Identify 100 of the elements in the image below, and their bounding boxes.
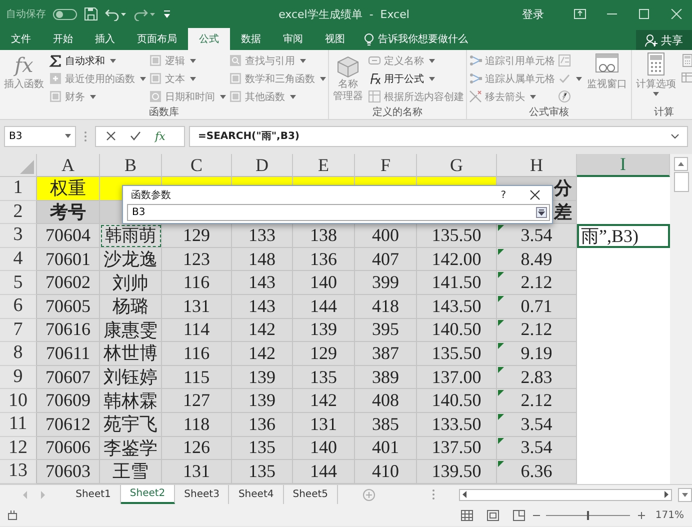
column-header[interactable]: F xyxy=(355,154,417,177)
macro-record-icon[interactable] xyxy=(8,510,20,520)
close-icon[interactable] xyxy=(530,190,540,200)
scroll-thumb[interactable] xyxy=(674,172,688,192)
formula-field[interactable]: =SEARCH("雨",B3) xyxy=(189,126,688,146)
table-cell: 140.50 xyxy=(417,389,497,413)
tag-icon xyxy=(368,54,381,67)
ribbon-button[interactable]: 自动求和 xyxy=(49,52,146,69)
name-box[interactable]: B3 xyxy=(4,126,76,146)
table-cell: 135.50 xyxy=(417,224,497,248)
page-layout-icon[interactable] xyxy=(487,510,500,520)
horizontal-scrollbar[interactable] xyxy=(459,488,672,500)
save-icon[interactable] xyxy=(84,7,98,21)
table-cell: 114 xyxy=(162,318,232,342)
table-cell: 418 xyxy=(355,294,417,319)
row-header[interactable]: 4 xyxy=(0,248,37,272)
table-cell: 131 xyxy=(162,460,232,484)
table-cell: 苑宇飞 xyxy=(100,412,162,437)
row-header[interactable]: 1 xyxy=(0,177,37,201)
column-header[interactable]: D xyxy=(232,154,293,177)
column-header[interactable]: H xyxy=(497,154,577,177)
ribbon-tab[interactable]: 数据 xyxy=(230,28,272,50)
scroll-right-icon xyxy=(664,491,669,498)
trace-arrows-icon xyxy=(469,54,482,67)
customize-caret-icon[interactable] xyxy=(163,10,171,18)
table-cell: 70601 xyxy=(37,248,100,272)
expand-caret-icon[interactable] xyxy=(671,134,679,138)
table-cell: 133.50 xyxy=(417,412,497,437)
table-cell: 131 xyxy=(162,294,232,319)
splitter-handle-icon[interactable] xyxy=(432,489,436,500)
ribbon-tab[interactable]: 插入 xyxy=(84,28,126,50)
autosave-toggle[interactable] xyxy=(53,8,77,20)
column-header[interactable]: I xyxy=(577,154,670,177)
scroll-down-icon[interactable] xyxy=(678,488,692,502)
column-header[interactable]: E xyxy=(293,154,355,177)
zoom-slider-thumb[interactable] xyxy=(587,510,590,520)
row-header[interactable]: 9 xyxy=(0,366,37,390)
undo-icon[interactable] xyxy=(105,7,127,21)
row-header[interactable]: 7 xyxy=(0,318,37,342)
window-title: excel学生成绩单 - Excel xyxy=(278,6,410,22)
function-icon: fx xyxy=(14,52,34,79)
table-cell: 2.12 xyxy=(497,271,577,295)
help-button[interactable]: ? xyxy=(500,190,506,200)
row-header[interactable]: 12 xyxy=(0,436,37,460)
zoom-level[interactable]: 171% xyxy=(655,510,684,520)
ribbon-display-icon[interactable] xyxy=(574,9,586,19)
row-header[interactable]: 6 xyxy=(0,294,37,319)
row-header[interactable]: 13 xyxy=(0,460,37,484)
ribbon-button[interactable]: 用于公式 xyxy=(368,70,464,87)
redo-icon[interactable] xyxy=(134,7,156,21)
column-header[interactable]: A xyxy=(37,154,100,177)
autosave-label: 自动保存 xyxy=(6,8,46,21)
ribbon-tab[interactable]: 页面布局 xyxy=(126,28,188,50)
check-icon[interactable] xyxy=(130,131,141,141)
ribbon-tab[interactable]: 文件 xyxy=(0,28,42,50)
table-cell: 142 xyxy=(232,318,293,342)
column-header[interactable]: B xyxy=(100,154,162,177)
book-icon xyxy=(49,90,62,103)
input-field[interactable]: B3 xyxy=(127,204,550,221)
ribbon-tab[interactable]: 审阅 xyxy=(272,28,314,50)
table-cell: 权重 xyxy=(37,177,100,201)
ribbon-tab[interactable]: 视图 xyxy=(314,28,356,50)
row-header[interactable]: 3 xyxy=(0,224,37,248)
table-cell: 408 xyxy=(355,389,417,413)
table-cell: 9.19 xyxy=(497,342,577,366)
row-header[interactable]: 11 xyxy=(0,412,37,437)
maximize-icon[interactable] xyxy=(638,9,650,19)
table-cell: 115 xyxy=(162,366,232,390)
copied-cell: 韩雨萌 xyxy=(100,224,162,248)
scroll-left-icon xyxy=(462,491,468,498)
cancel-icon[interactable] xyxy=(106,131,116,141)
page-break-icon[interactable] xyxy=(513,510,526,520)
cell-editor[interactable]: 雨”,B3) xyxy=(577,224,670,248)
insert-function-button[interactable]: fx xyxy=(155,130,166,142)
scroll-up-icon[interactable] xyxy=(674,157,688,171)
book-icon xyxy=(149,90,162,103)
ribbon-tab[interactable]: 公式 xyxy=(188,28,230,50)
ribbon-tab[interactable]: 开始 xyxy=(42,28,84,50)
sign-in-link[interactable]: 登录 xyxy=(522,6,544,22)
row-header[interactable]: 8 xyxy=(0,342,37,366)
table-cell: 考号 xyxy=(37,200,100,224)
table-cell: 139 xyxy=(232,389,293,413)
column-header[interactable]: C xyxy=(162,154,232,177)
table-cell: 129 xyxy=(293,342,355,366)
row-header[interactable]: 10 xyxy=(0,389,37,413)
share-button[interactable]: 共享 xyxy=(636,30,692,50)
table-cell: 401 xyxy=(355,436,417,460)
evaluate-formula-icon xyxy=(558,90,571,103)
table-cell: 135.50 xyxy=(417,342,497,366)
column-header[interactable]: G xyxy=(417,154,497,177)
row-header[interactable]: 5 xyxy=(0,271,37,295)
table-cell: 康惠雯 xyxy=(100,318,162,342)
tell-me-search[interactable]: 告诉我你想要做什么 xyxy=(364,28,468,50)
normal-view-icon[interactable] xyxy=(461,510,474,520)
expand-dialog-icon[interactable] xyxy=(536,207,547,218)
row-header[interactable]: 2 xyxy=(0,200,37,224)
sheet-tab[interactable]: Sheet2 xyxy=(120,485,176,504)
table-cell: 137.50 xyxy=(417,436,497,460)
table-icon xyxy=(368,90,381,103)
zoom-in-icon[interactable] xyxy=(638,512,646,518)
